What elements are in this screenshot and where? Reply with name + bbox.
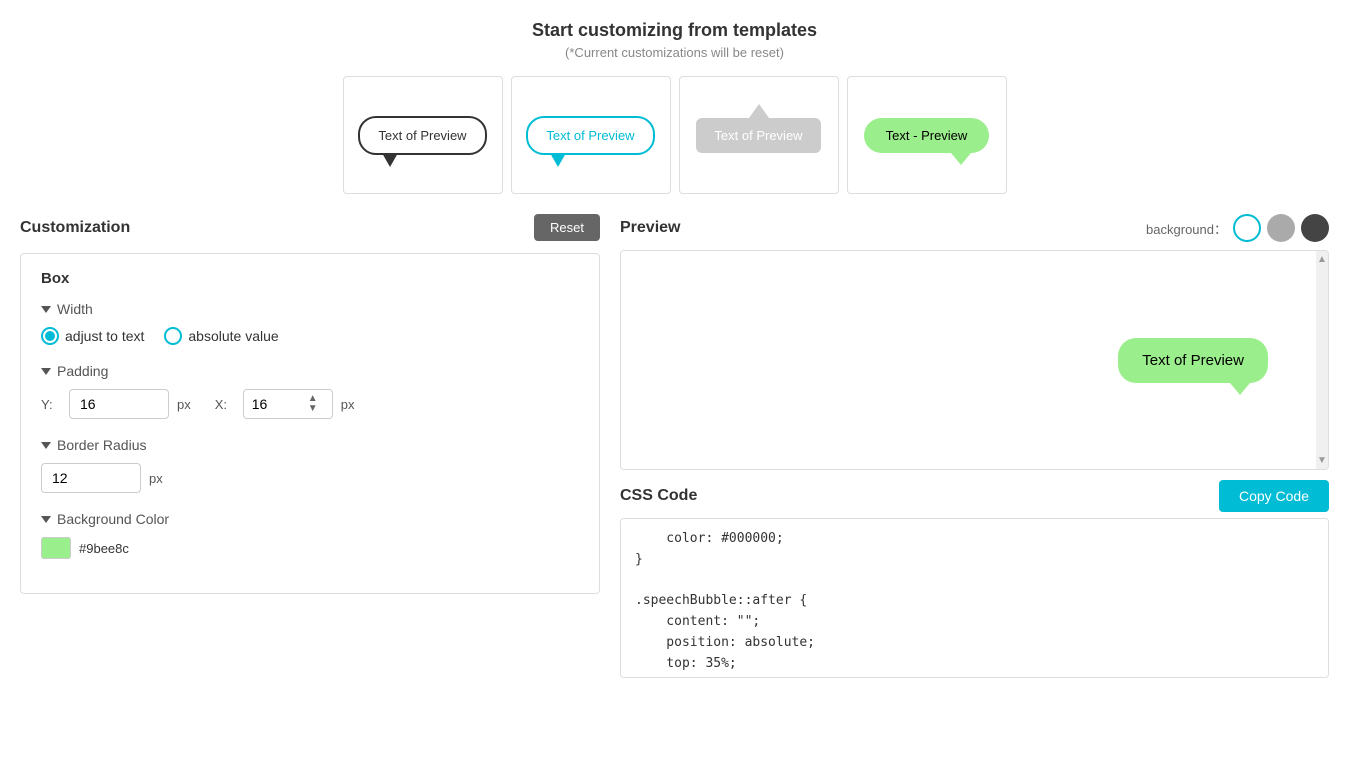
bg-color-row: #9bee8c	[41, 537, 579, 559]
templates-row: Text of Preview Text of Preview Text of …	[0, 76, 1349, 194]
customization-title: Customization	[20, 219, 130, 237]
padding-header: Padding	[41, 363, 579, 379]
templates-subtitle: (*Current customizations will be reset)	[0, 45, 1349, 60]
bg-color-label: Background Color	[57, 511, 169, 527]
bubble-gray-top: Text of Preview	[696, 118, 820, 153]
copy-code-button[interactable]: Copy Code	[1219, 480, 1329, 512]
width-toggle-icon[interactable]	[41, 306, 51, 313]
css-code-box[interactable]: color: #000000; } .speechBubble::after {…	[620, 518, 1329, 678]
bubble-teal: Text of Preview	[526, 116, 654, 155]
box-title: Box	[41, 270, 579, 287]
template-card-teal[interactable]: Text of Preview	[511, 76, 671, 194]
width-radio-group: adjust to text absolute value	[41, 327, 579, 345]
radio-absolute-circle[interactable]	[164, 327, 182, 345]
template-card-outline[interactable]: Text of Preview	[343, 76, 503, 194]
radio-adjust-circle[interactable]	[41, 327, 59, 345]
padding-x-down[interactable]: ▼	[308, 404, 318, 414]
bg-dark-option[interactable]	[1301, 214, 1329, 242]
padding-x-input[interactable]	[252, 396, 302, 412]
width-section: Width adjust to text absolute value	[41, 301, 579, 345]
padding-label: Padding	[57, 363, 108, 379]
panel-header: Customization Reset	[20, 214, 600, 241]
width-label: Width	[57, 301, 93, 317]
bg-white-option[interactable]	[1233, 214, 1261, 242]
reset-button[interactable]: Reset	[534, 214, 600, 241]
templates-title: Start customizing from templates	[0, 20, 1349, 41]
customization-box: Box Width adjust to text a	[20, 253, 600, 594]
bg-selector: background：	[1146, 214, 1329, 242]
bubble-green: Text - Preview	[864, 118, 990, 153]
preview-bubble-text: Text of Preview	[1142, 352, 1244, 369]
preview-header: Preview background：	[620, 214, 1329, 242]
bg-selector-label: background：	[1146, 219, 1227, 238]
template-card-gray-top[interactable]: Text of Preview	[679, 76, 839, 194]
css-code-title: CSS Code	[620, 487, 697, 505]
bg-color-header: Background Color	[41, 511, 579, 527]
preview-panel: Preview background： Text of Preview ▲ ▼	[620, 214, 1329, 763]
padding-y-unit: px	[177, 397, 191, 412]
bg-gray-option[interactable]	[1267, 214, 1295, 242]
preview-scrollbar[interactable]: ▲ ▼	[1316, 251, 1328, 469]
padding-toggle-icon[interactable]	[41, 368, 51, 375]
border-radius-unit: px	[149, 471, 163, 486]
border-radius-label: Border Radius	[57, 437, 147, 453]
preview-area: Text of Preview ▲ ▼	[620, 250, 1329, 470]
padding-section: Padding Y: px X: ▲ ▼	[41, 363, 579, 419]
background-color-section: Background Color #9bee8c	[41, 511, 579, 559]
scroll-up-icon[interactable]: ▲	[1314, 251, 1329, 268]
bg-color-value: #9bee8c	[79, 541, 129, 556]
template-card-green[interactable]: Text - Preview	[847, 76, 1007, 194]
scroll-down-icon[interactable]: ▼	[1314, 452, 1329, 469]
border-radius-toggle-icon[interactable]	[41, 442, 51, 449]
bubble-outline: Text of Preview	[358, 116, 486, 155]
bg-color-swatch[interactable]	[41, 537, 71, 559]
padding-x-arrows: ▲ ▼	[308, 394, 318, 414]
main-content: Customization Reset Box Width adjust to …	[0, 204, 1349, 773]
border-radius-header: Border Radius	[41, 437, 579, 453]
templates-section: Start customizing from templates (*Curre…	[0, 0, 1349, 204]
width-header: Width	[41, 301, 579, 317]
preview-bubble: Text of Preview	[1118, 338, 1268, 383]
border-radius-input-row: px	[41, 463, 579, 493]
padding-y-label: Y:	[41, 397, 61, 412]
bg-color-toggle-icon[interactable]	[41, 516, 51, 523]
width-option-adjust[interactable]: adjust to text	[41, 327, 144, 345]
css-header: CSS Code Copy Code	[620, 480, 1329, 512]
customization-panel: Customization Reset Box Width adjust to …	[20, 214, 600, 763]
padding-y-input[interactable]	[69, 389, 169, 419]
padding-input-row: Y: px X: ▲ ▼ px	[41, 389, 579, 419]
padding-x-unit: px	[341, 397, 355, 412]
padding-x-input-wrapper: ▲ ▼	[243, 389, 333, 419]
width-option-absolute[interactable]: absolute value	[164, 327, 278, 345]
css-section: CSS Code Copy Code color: #000000; } .sp…	[620, 480, 1329, 678]
padding-x-label: X:	[215, 397, 235, 412]
border-radius-section: Border Radius px	[41, 437, 579, 493]
preview-title: Preview	[620, 219, 680, 237]
border-radius-input[interactable]	[41, 463, 141, 493]
